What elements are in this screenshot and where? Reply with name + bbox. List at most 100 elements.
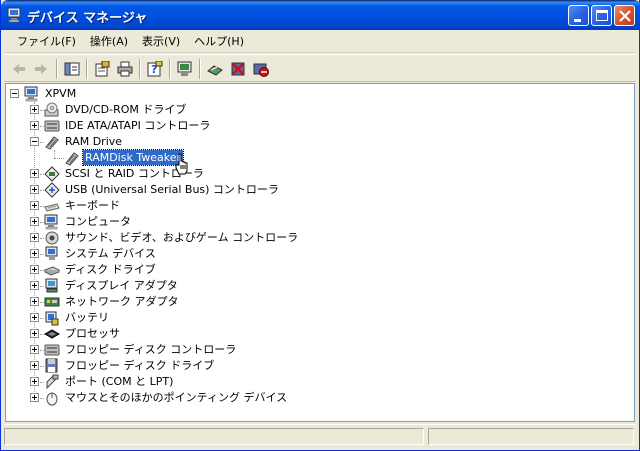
expand-icon[interactable] [30, 329, 39, 338]
tree-node-label[interactable]: USB (Universal Serial Bus) コントローラ [63, 182, 281, 197]
properties-icon [95, 61, 110, 77]
close-icon [619, 10, 631, 22]
maximize-button[interactable] [591, 5, 612, 26]
expand-icon[interactable] [30, 201, 39, 210]
expand-icon[interactable] [30, 345, 39, 354]
collapse-icon[interactable] [10, 89, 19, 98]
tree-node-label[interactable]: フロッピー ディスク ドライブ [63, 358, 216, 373]
tree-category-node[interactable]: コンピュータ [6, 214, 626, 230]
expand-icon[interactable] [30, 377, 39, 386]
tree-node-label[interactable]: DVD/CD-ROM ドライブ [63, 102, 188, 117]
tree-category-node[interactable]: バッテリ [6, 310, 626, 326]
expand-icon[interactable] [30, 393, 39, 402]
ram-drive-icon [44, 134, 60, 150]
update-driver-button[interactable] [204, 59, 226, 79]
tree-category-node[interactable]: DVD/CD-ROM ドライブ [6, 102, 626, 118]
disable-button[interactable] [250, 59, 272, 79]
expand-icon[interactable] [30, 121, 39, 130]
tree-node-label[interactable]: RAMDisk Tweaker [81, 149, 185, 166]
tree-category-node[interactable]: ディスク ドライブ [6, 262, 626, 278]
maximize-icon [596, 10, 608, 21]
tree-category-node[interactable]: USB (Universal Serial Bus) コントローラ [6, 182, 626, 198]
tree-node-label[interactable]: プロセッサ [63, 326, 122, 341]
expand-icon[interactable] [30, 297, 39, 306]
tree-category-node[interactable]: フロッピー ディスク ドライブ [6, 358, 626, 374]
tree-node-label[interactable]: フロッピー ディスク コントローラ [63, 342, 238, 357]
disk-drive-icon [43, 262, 61, 278]
tree-category-node[interactable]: フロッピー ディスク コントローラ [6, 342, 626, 358]
ram-drive-icon [64, 150, 80, 166]
tree-node-label[interactable]: ポート (COM と LPT) [63, 374, 175, 389]
status-bar [4, 424, 636, 446]
scan-hardware-button[interactable] [174, 59, 196, 79]
tree-node-label[interactable]: マウスとそのほかのポインティング デバイス [63, 390, 289, 405]
tree-category-node[interactable]: ネットワーク アダプタ [6, 294, 626, 310]
back-button[interactable] [8, 59, 30, 79]
properties-button[interactable] [91, 59, 113, 79]
tree-node-label[interactable]: ディスプレイ アダプタ [63, 278, 180, 293]
expand-icon[interactable] [30, 233, 39, 242]
floppy-drive-icon [44, 358, 60, 374]
expand-icon[interactable] [30, 217, 39, 226]
cdrom-icon [44, 102, 60, 118]
tree-node-label[interactable]: IDE ATA/ATAPI コントローラ [63, 118, 212, 133]
print-button[interactable] [114, 59, 136, 79]
tree-root-node[interactable]: XPVM [6, 86, 626, 102]
menu-view[interactable]: 表示(V) [135, 32, 187, 52]
usb-icon [44, 182, 60, 198]
ide-controller-icon [44, 118, 60, 134]
expand-icon[interactable] [30, 361, 39, 370]
tree-node-label[interactable]: コンピュータ [63, 214, 133, 229]
expand-icon[interactable] [30, 313, 39, 322]
menu-help[interactable]: ヘルプ(H) [187, 32, 251, 52]
tree-category-node[interactable]: IDE ATA/ATAPI コントローラ [6, 118, 626, 134]
forward-button[interactable] [30, 59, 52, 79]
processor-icon [43, 326, 61, 342]
expand-icon[interactable] [30, 105, 39, 114]
title-bar[interactable]: デバイス マネージャ [1, 0, 640, 30]
tree-category-node[interactable]: ディスプレイ アダプタ [6, 278, 626, 294]
print-icon [117, 61, 133, 77]
tree-node-label[interactable]: キーボード [63, 198, 122, 213]
device-tree[interactable]: XPVM DVD/CD-ROM ドライブ IDE ATA/ATAPI コントローラ R… [5, 83, 635, 422]
show-hide-tree-icon [64, 62, 80, 76]
expand-icon[interactable] [30, 185, 39, 194]
port-icon [44, 374, 60, 390]
toolbar: ? [4, 54, 636, 82]
tree-node-label[interactable]: ネットワーク アダプタ [63, 294, 181, 309]
tree-device-node[interactable]: RAMDisk Tweaker [6, 149, 626, 166]
expand-icon[interactable] [30, 249, 39, 258]
battery-icon [44, 310, 60, 326]
expand-icon[interactable] [30, 265, 39, 274]
collapse-icon[interactable] [30, 137, 39, 146]
tree-node-label[interactable]: サウンド、ビデオ、およびゲーム コントローラ [63, 230, 300, 245]
tree-category-node[interactable]: RAM Drive [6, 134, 626, 150]
menu-action[interactable]: 操作(A) [83, 32, 135, 52]
tree-category-node[interactable]: マウスとそのほかのポインティング デバイス [6, 390, 626, 406]
minimize-icon [574, 19, 581, 22]
tree-category-node[interactable]: キーボード [6, 198, 626, 214]
tree-category-node[interactable]: SCSI と RAID コントローラ [6, 166, 626, 182]
tree-node-label[interactable]: バッテリ [63, 310, 111, 325]
expand-icon[interactable] [30, 281, 39, 290]
tree-node-label[interactable]: ディスク ドライブ [63, 262, 158, 277]
menu-file[interactable]: ファイル(F) [10, 32, 83, 52]
back-arrow-icon [13, 64, 25, 74]
device-manager-icon [7, 7, 23, 23]
tree-node-label[interactable]: XPVM [43, 86, 78, 101]
menu-bar: ファイル(F) 操作(A) 表示(V) ヘルプ(H) [4, 31, 636, 53]
minimize-button[interactable] [568, 5, 589, 26]
show-hide-tree-button[interactable] [61, 59, 83, 79]
network-adapter-icon [44, 294, 60, 310]
tree-node-label[interactable]: RAM Drive [63, 134, 124, 149]
tree-category-node[interactable]: サウンド、ビデオ、およびゲーム コントローラ [6, 230, 626, 246]
help-button[interactable]: ? [144, 59, 166, 79]
keyboard-icon [44, 198, 60, 214]
uninstall-button[interactable] [227, 59, 249, 79]
tree-node-label[interactable]: システム デバイス [63, 246, 158, 261]
expand-icon[interactable] [30, 169, 39, 178]
tree-category-node[interactable]: システム デバイス [6, 246, 626, 262]
tree-category-node[interactable]: ポート (COM と LPT) [6, 374, 626, 390]
close-button[interactable] [614, 5, 635, 26]
tree-category-node[interactable]: プロセッサ [6, 326, 626, 342]
